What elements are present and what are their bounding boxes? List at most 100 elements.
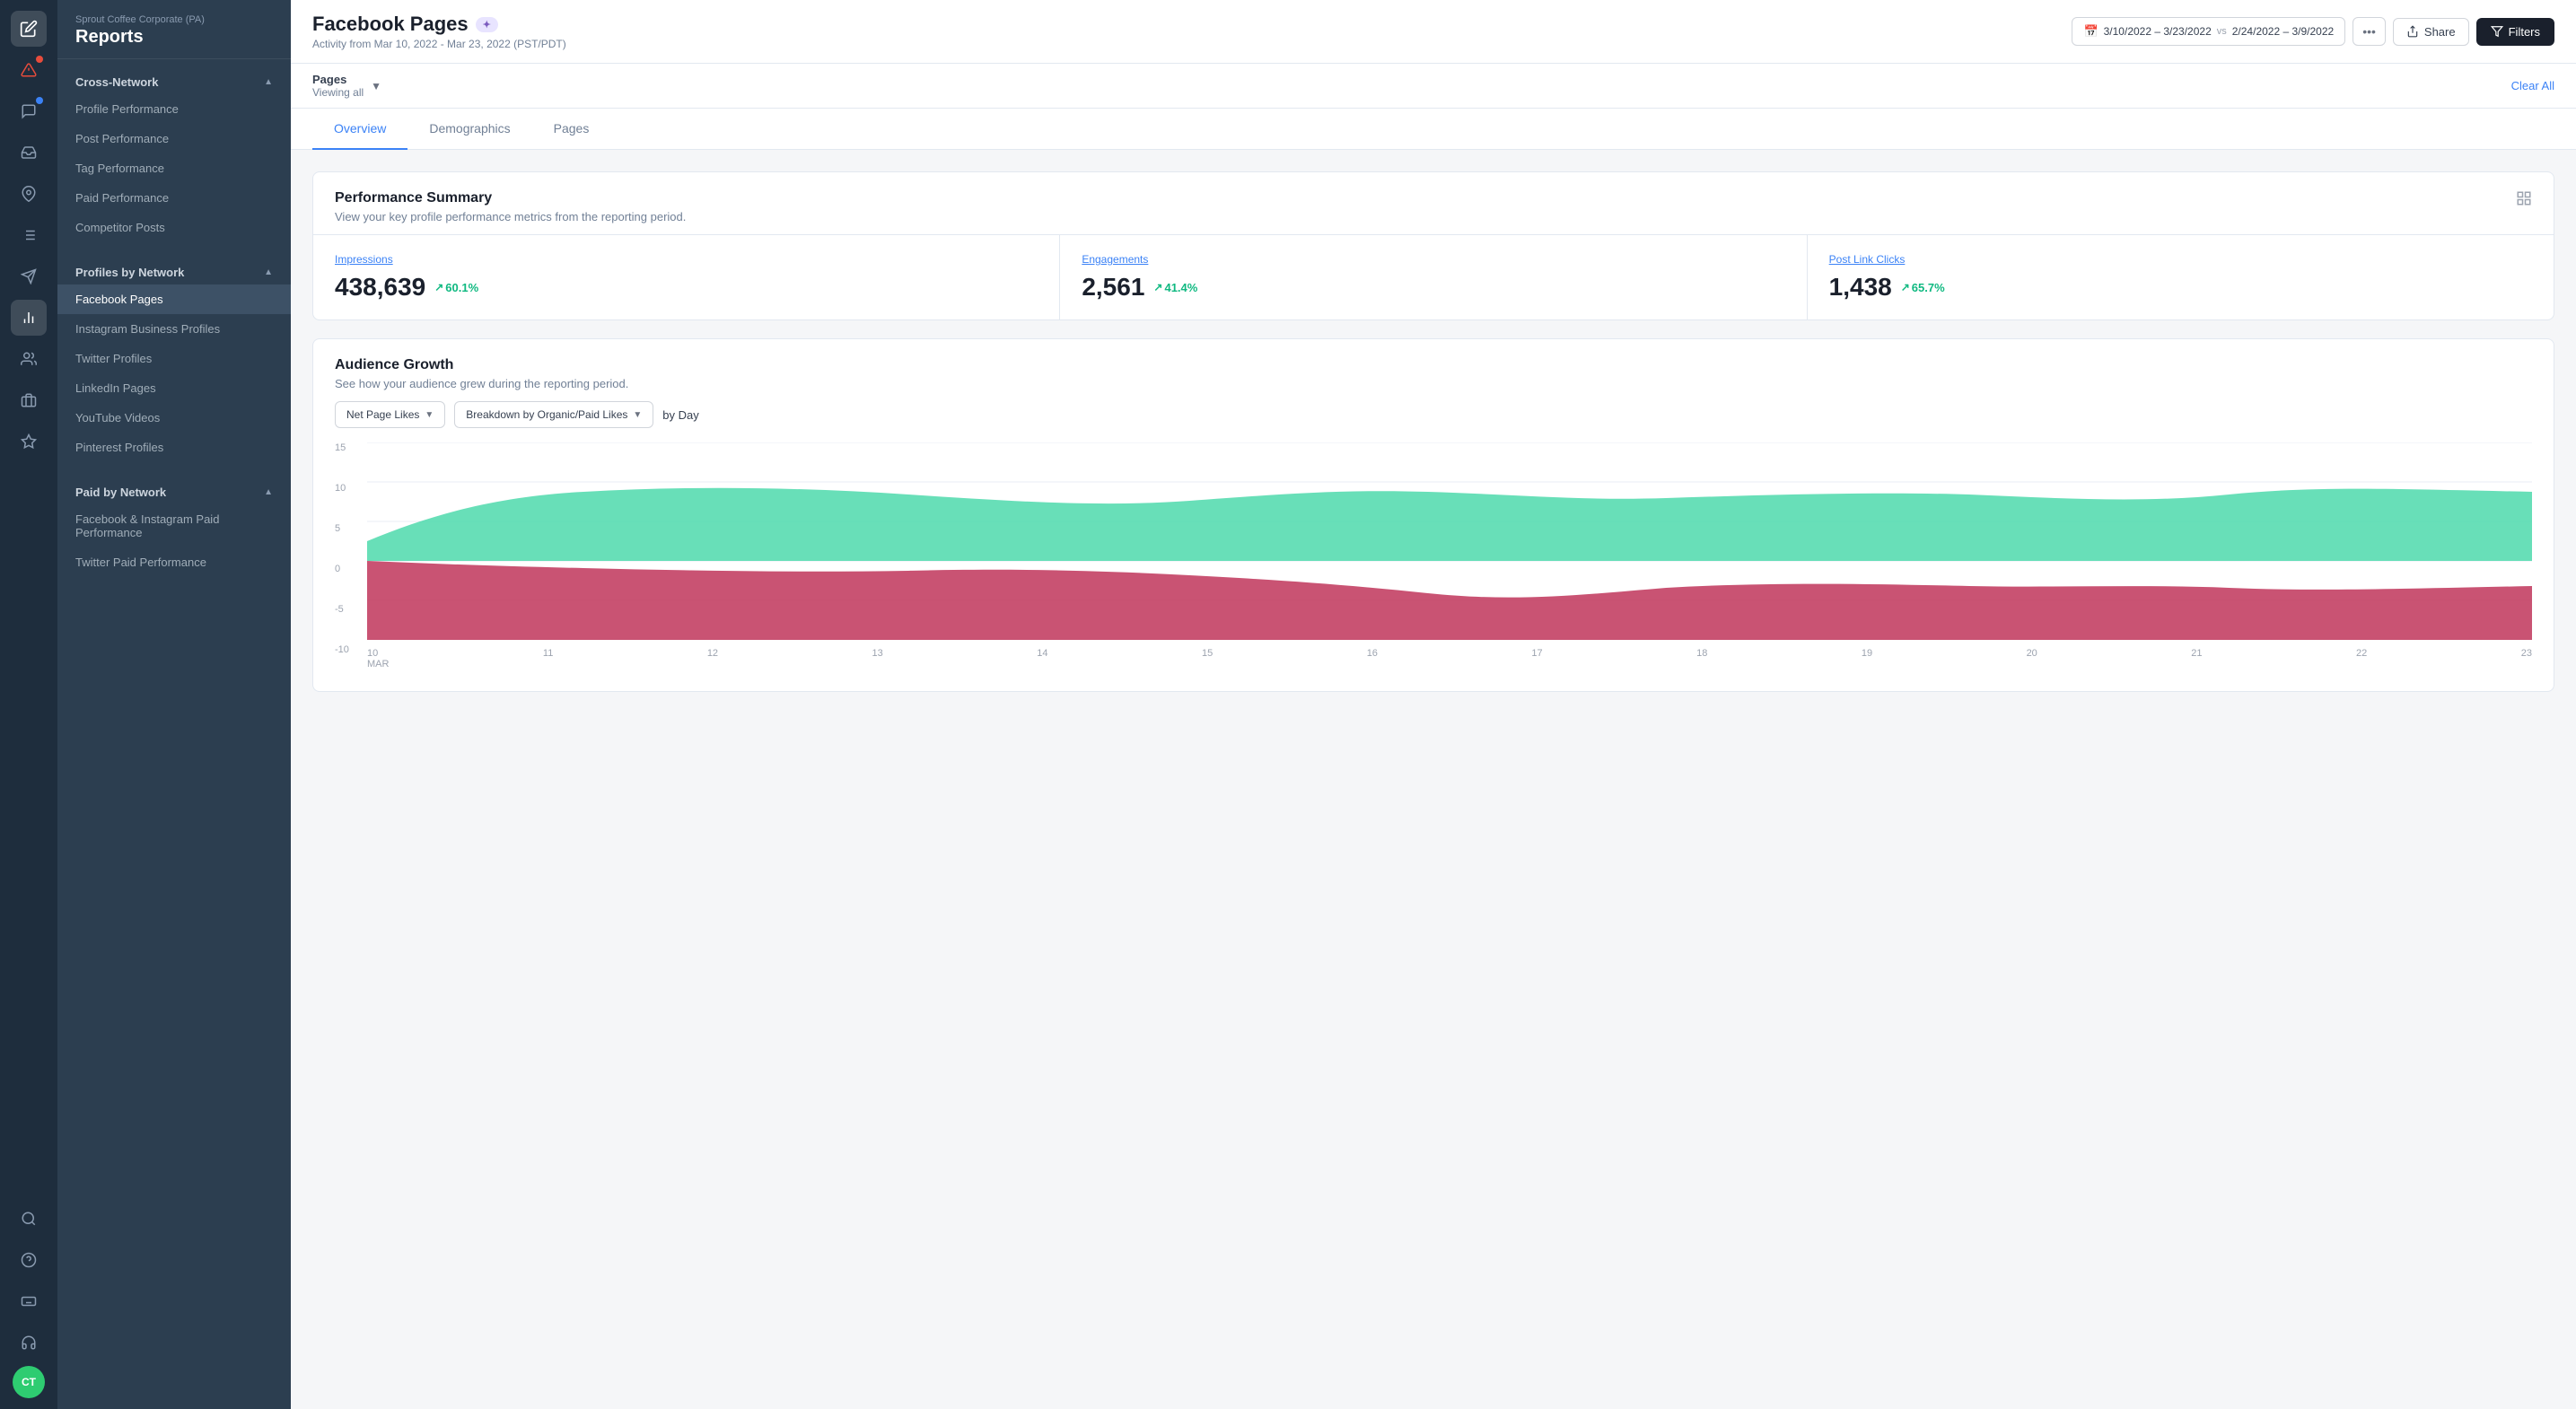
alert-icon[interactable] bbox=[11, 52, 47, 88]
x-label-14: 14 bbox=[1037, 648, 1047, 669]
impressions-label[interactable]: Impressions bbox=[335, 253, 1038, 266]
audience-growth-title: Audience Growth bbox=[335, 357, 628, 373]
sidebar-item-instagram-business[interactable]: Instagram Business Profiles bbox=[57, 314, 291, 344]
audience-chart bbox=[367, 442, 2532, 640]
sidebar-item-youtube-videos[interactable]: YouTube Videos bbox=[57, 403, 291, 433]
tab-bar: Overview Demographics Pages bbox=[291, 109, 2576, 150]
post-link-clicks-change: 65.7% bbox=[1901, 281, 1945, 294]
paid-by-network-header[interactable]: Paid by Network ▲ bbox=[57, 477, 291, 504]
x-label-23: 23 bbox=[2521, 648, 2532, 669]
sidebar-item-tag-performance[interactable]: Tag Performance bbox=[57, 153, 291, 183]
metric-select-arrow: ▼ bbox=[425, 410, 434, 420]
sidebar-item-post-performance[interactable]: Post Performance bbox=[57, 124, 291, 153]
reports-icon[interactable] bbox=[11, 300, 47, 336]
sidebar-item-profile-performance[interactable]: Profile Performance bbox=[57, 94, 291, 124]
chart-area: 15 10 5 0 -5 -10 bbox=[313, 442, 2554, 691]
performance-summary-title: Performance Summary bbox=[335, 190, 686, 206]
viewing-label: Viewing all bbox=[312, 86, 364, 99]
sidebar-item-pinterest-profiles[interactable]: Pinterest Profiles bbox=[57, 433, 291, 462]
x-label-12: 12 bbox=[707, 648, 718, 669]
tab-pages[interactable]: Pages bbox=[532, 109, 611, 150]
inbox-icon[interactable] bbox=[11, 135, 47, 171]
engagements-label[interactable]: Engagements bbox=[1082, 253, 1784, 266]
profiles-chevron: ▲ bbox=[264, 267, 273, 277]
x-label-16: 16 bbox=[1367, 648, 1378, 669]
y-label-5: 5 bbox=[335, 523, 362, 534]
pages-label: Pages bbox=[312, 73, 364, 86]
share-label: Share bbox=[2424, 25, 2456, 39]
send-icon[interactable] bbox=[11, 258, 47, 294]
icon-rail: CT bbox=[0, 0, 57, 1409]
post-link-clicks-value-row: 1,438 65.7% bbox=[1829, 273, 2532, 302]
breakdown-select-button[interactable]: Breakdown by Organic/Paid Likes ▼ bbox=[454, 401, 653, 428]
sidebar-item-linkedin-pages[interactable]: LinkedIn Pages bbox=[57, 373, 291, 403]
x-label-22: 22 bbox=[2356, 648, 2367, 669]
engagements-value: 2,561 bbox=[1082, 273, 1144, 302]
chart-y-axis: 15 10 5 0 -5 -10 bbox=[335, 442, 362, 655]
messages-icon[interactable] bbox=[11, 93, 47, 129]
pages-filter-button[interactable]: Pages Viewing all ▼ bbox=[312, 73, 381, 99]
x-label-17: 17 bbox=[1531, 648, 1542, 669]
audience-growth-title-wrap: Audience Growth See how your audience gr… bbox=[335, 357, 628, 390]
clear-all-button[interactable]: Clear All bbox=[2511, 79, 2554, 92]
sidebar-item-competitor-posts[interactable]: Competitor Posts bbox=[57, 213, 291, 242]
x-label-20: 20 bbox=[2027, 648, 2037, 669]
cross-network-header[interactable]: Cross-Network ▲ bbox=[57, 66, 291, 94]
x-label-10: 10MAR bbox=[367, 648, 389, 669]
groups-icon[interactable] bbox=[11, 341, 47, 377]
date-range-button[interactable]: 📅 3/10/2022 – 3/23/2022 vs 2/24/2022 – 3… bbox=[2072, 17, 2345, 46]
metric-select-button[interactable]: Net Page Likes ▼ bbox=[335, 401, 445, 428]
share-button[interactable]: Share bbox=[2393, 18, 2469, 46]
sidebar: Sprout Coffee Corporate (PA) Reports Cro… bbox=[57, 0, 291, 1409]
filters-button[interactable]: Filters bbox=[2476, 18, 2554, 46]
table-layout-icon[interactable] bbox=[2516, 190, 2532, 211]
more-button[interactable]: ••• bbox=[2353, 17, 2386, 46]
sidebar-item-fb-ig-paid[interactable]: Facebook & Instagram Paid Performance bbox=[57, 504, 291, 547]
support-icon[interactable] bbox=[11, 1325, 47, 1361]
avatar[interactable]: CT bbox=[13, 1366, 45, 1398]
profiles-by-network-header[interactable]: Profiles by Network ▲ bbox=[57, 257, 291, 284]
audience-growth-card: Audience Growth See how your audience gr… bbox=[312, 338, 2554, 692]
paid-by-network-section: Paid by Network ▲ Facebook & Instagram P… bbox=[57, 469, 291, 584]
tasks-icon[interactable] bbox=[11, 217, 47, 253]
paid-chevron: ▲ bbox=[264, 487, 273, 497]
x-label-13: 13 bbox=[872, 648, 883, 669]
post-link-clicks-label[interactable]: Post Link Clicks bbox=[1829, 253, 2532, 266]
performance-summary-title-wrap: Performance Summary View your key profil… bbox=[335, 190, 686, 223]
help-icon[interactable] bbox=[11, 1242, 47, 1278]
performance-summary-card: Performance Summary View your key profil… bbox=[312, 171, 2554, 320]
search-icon[interactable] bbox=[11, 1201, 47, 1237]
filters-label: Filters bbox=[2509, 25, 2540, 39]
keyboard-icon[interactable] bbox=[11, 1283, 47, 1319]
briefcase-icon[interactable] bbox=[11, 382, 47, 418]
tab-demographics[interactable]: Demographics bbox=[407, 109, 531, 150]
x-label-11: 11 bbox=[543, 648, 553, 669]
sidebar-item-twitter-profiles[interactable]: Twitter Profiles bbox=[57, 344, 291, 373]
compose-icon[interactable] bbox=[11, 11, 47, 47]
engagements-change: 41.4% bbox=[1153, 281, 1197, 294]
page-title-wrap: Facebook Pages ✦ Activity from Mar 10, 2… bbox=[312, 13, 2057, 50]
breakdown-select-arrow: ▼ bbox=[633, 410, 642, 420]
cross-network-chevron: ▲ bbox=[264, 77, 273, 87]
sidebar-item-twitter-paid[interactable]: Twitter Paid Performance bbox=[57, 547, 291, 577]
y-label-neg10: -10 bbox=[335, 644, 362, 655]
y-label-10: 10 bbox=[335, 483, 362, 494]
x-label-18: 18 bbox=[1696, 648, 1707, 669]
impressions-change: 60.1% bbox=[434, 281, 478, 294]
impressions-metric: Impressions 438,639 60.1% bbox=[313, 235, 1060, 319]
paid-by-network-label: Paid by Network bbox=[75, 486, 166, 499]
interval-label: by Day bbox=[662, 408, 698, 422]
pins-icon[interactable] bbox=[11, 176, 47, 212]
sidebar-header: Sprout Coffee Corporate (PA) Reports bbox=[57, 0, 291, 59]
metrics-row: Impressions 438,639 60.1% Engagements 2,… bbox=[313, 234, 2554, 319]
star-icon[interactable] bbox=[11, 424, 47, 459]
sidebar-item-paid-performance[interactable]: Paid Performance bbox=[57, 183, 291, 213]
title-badge: ✦ bbox=[476, 17, 498, 32]
tab-overview[interactable]: Overview bbox=[312, 109, 407, 150]
breakdown-select-label: Breakdown by Organic/Paid Likes bbox=[466, 408, 627, 421]
x-label-21: 21 bbox=[2191, 648, 2202, 669]
performance-summary-header: Performance Summary View your key profil… bbox=[313, 172, 2554, 234]
sidebar-item-facebook-pages[interactable]: Facebook Pages bbox=[57, 284, 291, 314]
profiles-by-network-section: Profiles by Network ▲ Facebook Pages Ins… bbox=[57, 249, 291, 469]
y-label-0: 0 bbox=[335, 564, 362, 574]
